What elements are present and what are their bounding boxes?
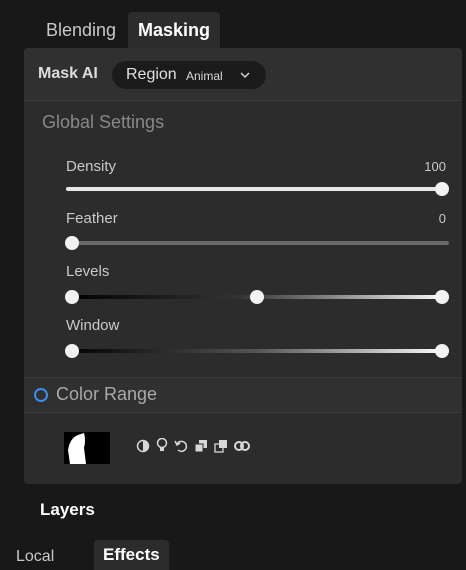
chevron-down-icon (240, 72, 250, 78)
levels-mid-handle[interactable] (250, 290, 264, 304)
global-settings-title: Global Settings (42, 112, 165, 132)
mask-shape-icon (68, 433, 86, 464)
window-label: Window (66, 317, 120, 334)
color-range-label: Color Range (56, 384, 158, 404)
levels-white-handle[interactable] (435, 290, 449, 304)
feather-slider-handle[interactable] (65, 236, 79, 250)
paste-mask-icon[interactable] (214, 439, 228, 453)
color-range-radio[interactable] (34, 388, 48, 402)
layers-title: Layers (40, 500, 95, 519)
tab-blending[interactable]: Blending (46, 20, 116, 41)
levels-black-handle[interactable] (65, 290, 79, 304)
density-slider-track[interactable] (66, 187, 442, 191)
divider (24, 412, 462, 413)
mask-tools (136, 438, 250, 453)
copy-mask-icon[interactable] (194, 439, 208, 453)
levels-label: Levels (66, 263, 110, 280)
density-slider-handle[interactable] (435, 182, 449, 196)
mask-ai-label: Mask AI (38, 65, 98, 82)
masking-panel: Mask AI Region Animal Global Settings De… (24, 48, 462, 484)
feather-value: 0 (438, 211, 446, 226)
region-value: Animal (186, 69, 223, 83)
density-label: Density (66, 158, 117, 175)
tab-local[interactable]: Local (16, 548, 54, 566)
feather-label: Feather (66, 210, 118, 227)
view-mask-icon[interactable] (234, 440, 250, 452)
window-slider-track[interactable] (66, 349, 449, 353)
density-value: 100 (424, 159, 446, 174)
tab-effects[interactable]: Effects (94, 540, 169, 570)
tab-masking[interactable]: Masking (128, 12, 221, 48)
color-range-row[interactable]: Color Range (24, 378, 462, 412)
region-label: Region (126, 66, 177, 83)
lightbulb-icon[interactable] (156, 438, 168, 453)
mask-ai-row: Mask AI Region Animal (24, 48, 462, 100)
region-dropdown[interactable]: Region Animal (112, 61, 266, 89)
divider (24, 100, 462, 101)
contrast-icon[interactable] (136, 439, 150, 453)
feather-slider-track[interactable] (66, 241, 449, 245)
mask-thumbnail[interactable] (64, 432, 110, 464)
window-white-handle[interactable] (435, 344, 449, 358)
window-black-handle[interactable] (65, 344, 79, 358)
undo-icon[interactable] (174, 439, 188, 453)
